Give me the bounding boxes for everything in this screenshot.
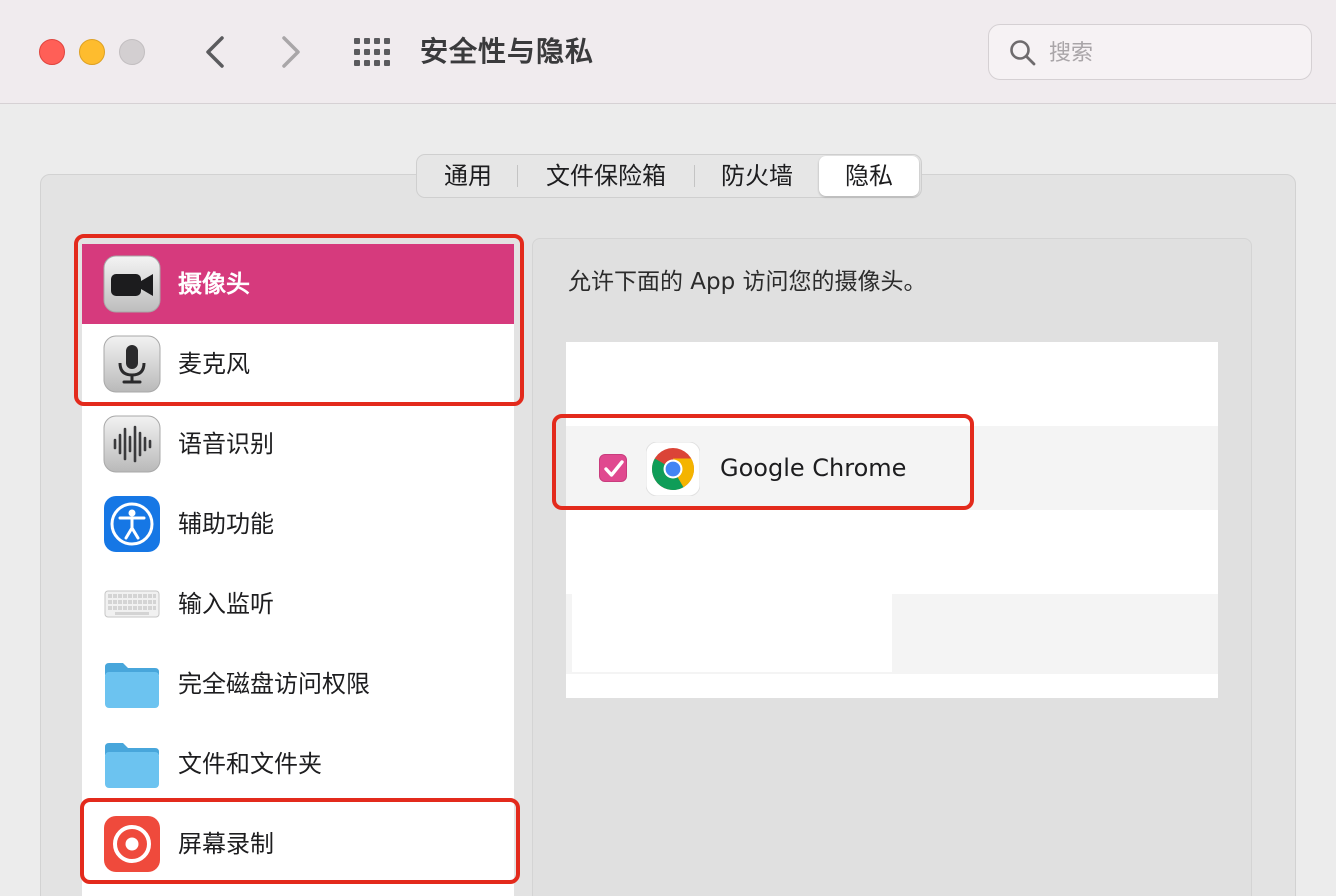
app-permission-list[interactable]: Google Chrome <box>566 342 1218 698</box>
forward-button[interactable] <box>272 30 312 74</box>
sidebar-item-label: 语音识别 <box>178 430 274 458</box>
sidebar-item-files-and-folders[interactable]: 文件和文件夹 <box>82 724 514 804</box>
window-title: 安全性与隐私 <box>420 35 595 68</box>
search-input[interactable] <box>1049 35 1289 71</box>
zoom-window-button[interactable] <box>119 39 145 65</box>
search-icon <box>1010 40 1036 66</box>
folder-icon <box>103 655 161 713</box>
highlight-box-screen-recording <box>80 798 520 884</box>
sidebar-item-speech-recognition[interactable]: 语音识别 <box>82 404 514 484</box>
sidebar-item-full-disk-access[interactable]: 完全磁盘访问权限 <box>82 644 514 724</box>
sidebar-item-label: 文件和文件夹 <box>178 750 322 778</box>
permission-caption: 允许下面的 App 访问您的摄像头。 <box>568 269 927 295</box>
sidebar-item-input-monitoring[interactable]: 输入监听 <box>82 564 514 644</box>
title-bar: 安全性与隐私 <box>0 0 1336 104</box>
list-item-placeholder <box>572 594 892 672</box>
tab-general[interactable]: 通用 <box>419 156 517 196</box>
tab-firewall[interactable]: 防火墙 <box>695 156 819 196</box>
folder-icon <box>103 735 161 793</box>
tab-filevault[interactable]: 文件保险箱 <box>518 156 694 196</box>
grid-icon <box>354 38 390 66</box>
chevron-right-icon <box>282 36 300 68</box>
sidebar-item-label: 辅助功能 <box>178 510 274 538</box>
sidebar-item-label: 输入监听 <box>178 590 274 618</box>
tab-bar: 通用 文件保险箱 防火墙 隐私 <box>416 154 922 198</box>
chevron-left-icon <box>206 36 224 68</box>
keyboard-icon <box>103 575 161 633</box>
back-button[interactable] <box>196 30 236 74</box>
sidebar-item-label: 完全磁盘访问权限 <box>178 670 370 698</box>
highlight-box-camera-microphone <box>74 234 524 406</box>
highlight-box-google-chrome <box>552 414 974 510</box>
show-all-button[interactable] <box>352 36 392 68</box>
list-item <box>566 594 1218 674</box>
sidebar-item-accessibility[interactable]: 辅助功能 <box>82 484 514 564</box>
close-window-button[interactable] <box>39 39 65 65</box>
search-field[interactable] <box>988 24 1312 80</box>
tab-privacy[interactable]: 隐私 <box>819 156 919 196</box>
minimize-window-button[interactable] <box>79 39 105 65</box>
speech-recognition-icon <box>103 415 161 473</box>
accessibility-icon <box>103 495 161 553</box>
